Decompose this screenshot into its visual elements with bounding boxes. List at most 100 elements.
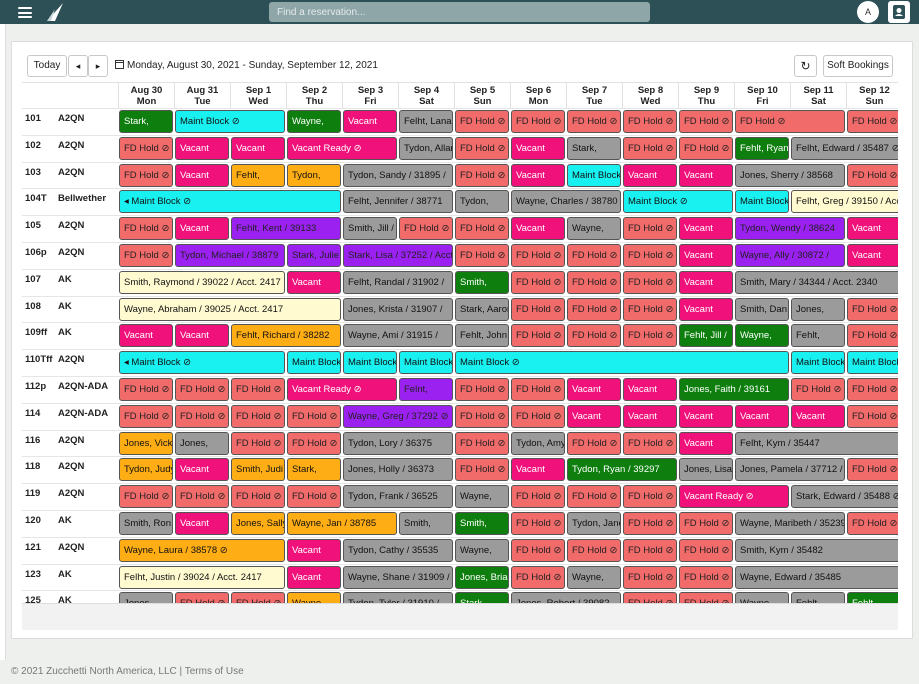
booking-block[interactable]: Felht, Lana xyxy=(399,110,453,133)
booking-block[interactable]: Wayne, Charles / 38780 xyxy=(511,190,621,214)
booking-block[interactable]: Fehlt, Richard / 38282 xyxy=(231,324,341,348)
booking-block[interactable]: Vacant xyxy=(175,458,229,482)
booking-block[interactable]: Tydon, Allan xyxy=(399,136,453,160)
booking-block[interactable]: Vacant xyxy=(511,163,565,187)
booking-block[interactable]: Vacant xyxy=(175,163,229,187)
booking-block[interactable]: Vacant xyxy=(679,163,733,187)
booking-block[interactable]: FD Hold ⊘ xyxy=(455,163,509,187)
user-profile-button[interactable] xyxy=(888,1,910,23)
booking-block[interactable]: FD Hold ⊘ xyxy=(847,512,898,535)
booking-block[interactable]: Smith, Judi / xyxy=(231,458,285,482)
booking-block[interactable]: FD Hold ⊘ xyxy=(567,431,621,455)
booking-block[interactable]: Vacant xyxy=(175,136,229,160)
booking-block[interactable]: FD Hold ⊘ xyxy=(791,378,845,401)
booking-block[interactable]: FD Hold ⊘ xyxy=(119,217,173,241)
booking-block[interactable]: Smith, Raymond / 39022 / Acct. 2417 xyxy=(119,270,285,294)
booking-block[interactable]: FD Hold ⊘ xyxy=(119,244,173,267)
booking-block[interactable]: Smith, xyxy=(455,270,509,294)
booking-block[interactable]: FD Hold ⊘ xyxy=(623,244,677,267)
booking-block[interactable]: Wayne, Edward / 35485 xyxy=(735,565,898,589)
booking-block[interactable]: Wayne, xyxy=(735,324,789,348)
booking-block[interactable]: FD Hold ⊘ xyxy=(399,217,453,241)
booking-block[interactable]: Jones, Krista / 31907 / xyxy=(343,297,453,321)
booking-block[interactable]: Wayne, Shane / 31909 / xyxy=(343,565,453,589)
booking-block[interactable]: Vacant Ready ⊘ xyxy=(287,136,397,160)
booking-block[interactable]: FD Hold ⊘ xyxy=(455,378,509,401)
booking-block[interactable]: FD Hold ⊘ xyxy=(511,110,565,133)
booking-block[interactable]: FD Hold ⊘ xyxy=(511,297,565,321)
booking-block[interactable]: Maint Block ⊘ xyxy=(175,110,285,133)
booking-block[interactable]: Vacant xyxy=(175,217,229,241)
booking-block[interactable]: Maint Block xyxy=(791,351,845,375)
booking-block[interactable]: FD Hold ⊘ xyxy=(847,163,898,187)
booking-block[interactable]: Vacant xyxy=(623,163,677,187)
booking-block[interactable]: ◂ Maint Block ⊘ xyxy=(119,351,285,375)
booking-block[interactable]: Stark, Julie / 38156 xyxy=(287,244,341,267)
booking-block[interactable]: Fehlt, Jill / xyxy=(679,324,733,348)
booking-block[interactable]: FD Hold ⊘ xyxy=(119,136,173,160)
booking-block[interactable]: Tydon, xyxy=(455,190,509,214)
booking-block[interactable]: FD Hold ⊘ xyxy=(735,110,845,133)
booking-block[interactable]: Tydon, Michael / 38879 xyxy=(175,244,285,267)
booking-block[interactable]: Stark, Aaron xyxy=(455,297,509,321)
booking-block[interactable]: Maint Block xyxy=(399,351,453,375)
booking-block[interactable]: FD Hold ⊘ xyxy=(623,512,677,535)
booking-block[interactable]: FD Hold ⊘ xyxy=(511,324,565,348)
booking-block[interactable]: FD Hold ⊘ xyxy=(511,270,565,294)
booking-block[interactable]: FD Hold ⊘ xyxy=(623,485,677,509)
booking-block[interactable]: Fehlt, Kent / 39133 xyxy=(231,217,341,241)
booking-block[interactable]: Vacant xyxy=(735,404,789,428)
booking-block[interactable]: FD Hold ⊘ xyxy=(175,485,229,509)
booking-block[interactable]: Stark, Edward / 35488 ⊘ xyxy=(791,485,898,509)
booking-block[interactable]: FD Hold ⊘ xyxy=(623,136,677,160)
booking-block[interactable]: Vacant xyxy=(679,297,733,321)
booking-block[interactable]: FD Hold ⊘ xyxy=(287,431,341,455)
booking-block[interactable]: Smith, Ron / xyxy=(119,512,173,535)
booking-block[interactable]: FD Hold ⊘ xyxy=(847,324,898,348)
booking-block[interactable]: FD Hold ⊘ xyxy=(623,324,677,348)
booking-block[interactable]: FD Hold ⊘ xyxy=(567,270,621,294)
booking-block[interactable]: Felht, Edward / 35487 ⊘ xyxy=(791,136,898,160)
booking-block[interactable]: FD Hold ⊘ xyxy=(119,485,173,509)
booking-block[interactable]: Maint Block xyxy=(287,351,341,375)
booking-block[interactable]: Jones, Faith / 39161 xyxy=(679,378,789,401)
booking-block[interactable]: FD Hold ⊘ xyxy=(623,297,677,321)
booking-block[interactable]: Jones, Sally xyxy=(231,512,285,535)
booking-block[interactable]: Vacant xyxy=(511,136,565,160)
booking-block[interactable]: Stark, xyxy=(119,110,173,133)
booking-block[interactable]: Vacant xyxy=(175,512,229,535)
booking-block[interactable]: Vacant xyxy=(679,217,733,241)
booking-block[interactable]: Wayne, Maribeth / 35239 xyxy=(735,512,845,535)
booking-block[interactable]: Vacant xyxy=(679,244,733,267)
booking-block[interactable]: Tydon, Frank / 36525 xyxy=(343,485,453,509)
booking-block[interactable]: Fehlt, xyxy=(791,324,845,348)
reservation-search-input[interactable] xyxy=(269,2,650,22)
booking-block[interactable]: Stark, xyxy=(567,136,621,160)
booking-block[interactable]: FD Hold ⊘ xyxy=(455,217,509,241)
booking-block[interactable]: Wayne, xyxy=(567,565,621,589)
booking-block[interactable]: Maint Block xyxy=(735,190,789,214)
booking-block[interactable]: Vacant xyxy=(679,404,733,428)
booking-block[interactable]: FD Hold ⊘ xyxy=(623,270,677,294)
booking-block[interactable]: Vacant xyxy=(287,538,341,562)
booking-block[interactable]: FD Hold ⊘ xyxy=(679,512,733,535)
refresh-button[interactable]: ↻ xyxy=(794,55,817,77)
booking-block[interactable]: FD Hold ⊘ xyxy=(287,485,341,509)
booking-block[interactable]: FD Hold ⊘ xyxy=(623,431,677,455)
booking-block[interactable]: Vacant xyxy=(511,217,565,241)
booking-block[interactable]: Maint Block ⊘ xyxy=(455,351,789,375)
booking-block[interactable]: Tydon, Wendy / 38624 xyxy=(735,217,845,241)
booking-block[interactable]: Wayne, Ami / 31915 / xyxy=(343,324,453,348)
booking-block[interactable]: FD Hold ⊘ xyxy=(511,538,565,562)
booking-block[interactable]: Smith, Dan / xyxy=(735,297,789,321)
booking-block[interactable]: Vacant xyxy=(567,404,621,428)
booking-block[interactable]: Vacant xyxy=(623,404,677,428)
booking-block[interactable]: Vacant xyxy=(791,404,845,428)
booking-block[interactable]: Vacant Ready ⊘ xyxy=(679,485,789,509)
booking-block[interactable]: Jones, Holly / 36373 xyxy=(343,458,453,482)
booking-block[interactable]: Maint Block ⊘ xyxy=(623,190,733,214)
booking-block[interactable]: Tydon, xyxy=(287,163,341,187)
booking-block[interactable]: Vacant xyxy=(343,110,397,133)
booking-block[interactable]: Jones, Pamela / 37712 / xyxy=(735,458,845,482)
booking-block[interactable]: Wayne, Laura / 38578 ⊘ xyxy=(119,538,285,562)
